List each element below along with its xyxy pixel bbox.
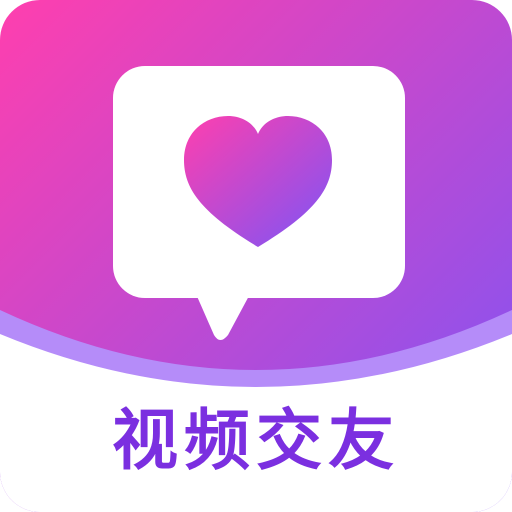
app-name-label: 视频交友 [112, 402, 400, 479]
app-icon[interactable]: 视频交友 [0, 0, 512, 512]
